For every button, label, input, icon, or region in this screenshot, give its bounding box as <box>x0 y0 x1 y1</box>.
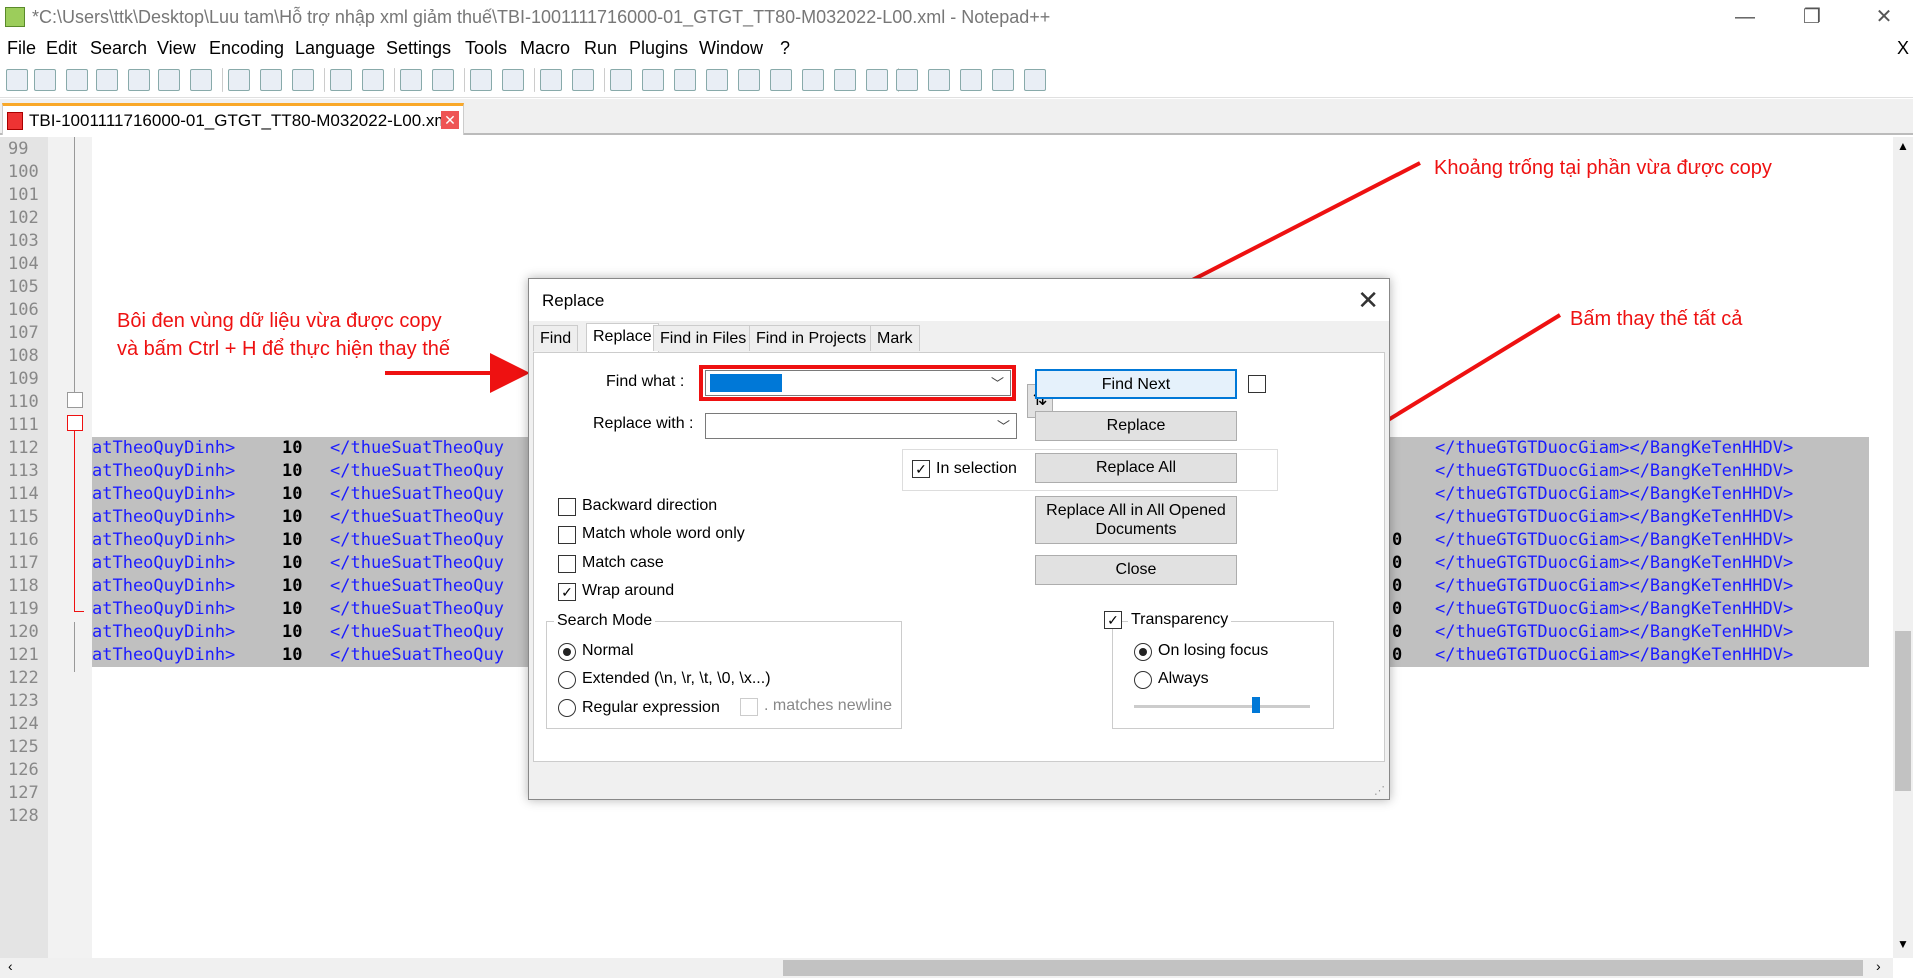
match-case-label: Match case <box>582 554 664 571</box>
tab-find-in-files[interactable]: Find in Files <box>653 325 754 351</box>
replace-with-label: Replace with : <box>593 415 694 432</box>
tab-find-in-projects[interactable]: Find in Projects <box>749 325 874 351</box>
resize-grip-icon[interactable]: ⋰ <box>1374 784 1385 797</box>
matches-newline-label: . matches newline <box>764 697 893 714</box>
replace-all-in-opened-documents-button[interactable]: Replace All in All Opened Documents <box>1035 496 1237 544</box>
replace-dialog: Replace ✕ Find Replace Find in Files Fin… <box>528 278 1390 800</box>
normal-label: Normal <box>582 642 634 659</box>
in-selection-checkbox[interactable]: ✓ <box>912 460 930 478</box>
close-button[interactable]: Close <box>1035 555 1237 585</box>
chevron-down-icon[interactable]: ﹀ <box>991 373 1004 392</box>
wrap-around-checkbox[interactable]: ✓ <box>558 583 576 601</box>
always-radio[interactable] <box>1134 671 1152 689</box>
chevron-down-icon[interactable]: ﹀ <box>997 416 1010 435</box>
find-what-combobox[interactable]: ﹀ <box>705 370 1011 396</box>
transparency-slider-thumb[interactable] <box>1251 697 1260 713</box>
dialog-status-strip: ⋰ <box>529 763 1389 799</box>
find-what-selected-text <box>710 374 782 392</box>
dialog-title: Replace <box>542 291 605 310</box>
regex-label: Regular expression <box>582 699 720 716</box>
regex-radio[interactable] <box>558 699 576 717</box>
always-label: Always <box>1158 670 1209 687</box>
transparency-checkbox[interactable]: ✓ <box>1104 611 1122 629</box>
search-mode-title: Search Mode <box>554 612 656 630</box>
dialog-body: Find what : ﹀ Replace with : ﹀ ⇅ Find Ne… <box>533 352 1385 762</box>
in-selection-label: In selection <box>936 460 1017 477</box>
match-whole-word-checkbox[interactable] <box>558 526 576 544</box>
find-next-button[interactable]: Find Next <box>1035 369 1237 399</box>
match-case-checkbox[interactable] <box>558 555 576 573</box>
on-losing-focus-radio[interactable] <box>1134 643 1152 661</box>
replace-all-button[interactable]: Replace All <box>1035 453 1237 483</box>
dialog-extra-checkbox[interactable] <box>1248 375 1266 393</box>
notepad-plus-plus-window: *C:\Users\ttk\Desktop\Luu tam\Hỗ trợ nhậ… <box>0 0 1913 978</box>
dialog-close-button[interactable]: ✕ <box>1357 285 1379 316</box>
replace-with-combobox[interactable]: ﹀ <box>705 413 1017 439</box>
transparency-slider-track[interactable] <box>1134 705 1310 708</box>
replace-button[interactable]: Replace <box>1035 411 1237 441</box>
extended-label: Extended (\n, \r, \t, \0, \x...) <box>582 670 771 687</box>
backward-direction-label: Backward direction <box>582 497 718 514</box>
find-what-label: Find what : <box>606 373 685 390</box>
normal-radio[interactable] <box>558 643 576 661</box>
extended-radio[interactable] <box>558 671 576 689</box>
tab-replace[interactable]: Replace <box>586 323 659 353</box>
tab-mark[interactable]: Mark <box>870 325 920 351</box>
matches-newline-checkbox[interactable] <box>740 698 758 716</box>
transparency-label: Transparency <box>1128 611 1232 629</box>
wrap-around-label: Wrap around <box>582 582 675 599</box>
on-losing-focus-label: On losing focus <box>1158 642 1269 659</box>
backward-direction-checkbox[interactable] <box>558 498 576 516</box>
tab-find[interactable]: Find <box>533 325 579 351</box>
match-whole-word-label: Match whole word only <box>582 525 745 542</box>
dialog-title-bar: Replace ✕ <box>529 279 1389 321</box>
